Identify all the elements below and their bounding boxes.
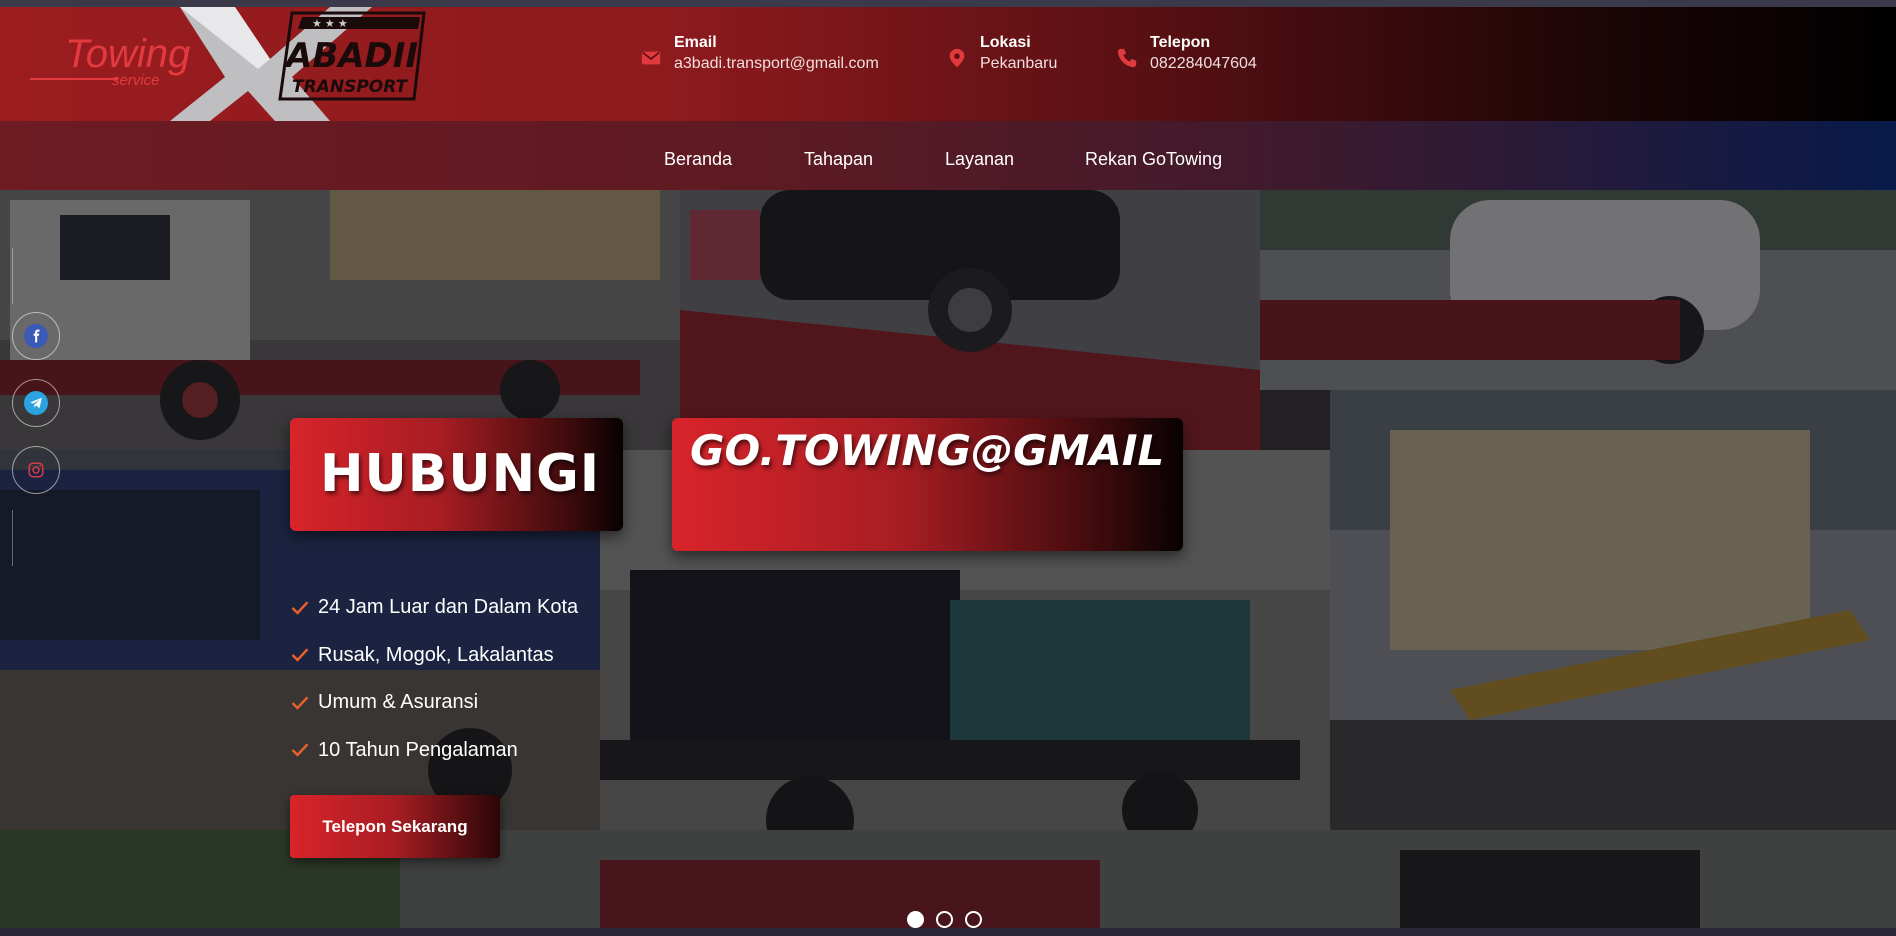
slider-dot-2[interactable]	[936, 911, 953, 928]
hero-dark-overlay	[0, 190, 1896, 928]
hero-email-banner: GO.TOWING@GMAIL	[672, 418, 1183, 551]
facebook-icon	[24, 324, 48, 348]
social-divider-top	[12, 248, 13, 304]
contact-phone[interactable]: Telepon 082284047604	[1116, 33, 1257, 75]
bottom-border	[0, 928, 1896, 936]
slider-pagination	[907, 911, 982, 928]
hero-email-text: GO.TOWING@GMAIL	[690, 426, 1165, 475]
instagram-icon	[24, 458, 48, 482]
svg-text:TRANSPORT: TRANSPORT	[292, 77, 409, 97]
telegram-icon	[24, 391, 48, 415]
nav-item-rekan-gotowing[interactable]: Rekan GoTowing	[1085, 149, 1222, 170]
social-instagram-button[interactable]	[12, 446, 60, 494]
feature-text: 24 Jam Luar dan Dalam Kota	[318, 596, 579, 619]
list-item: 24 Jam Luar dan Dalam Kota	[290, 584, 578, 632]
nav-item-beranda[interactable]: Beranda	[664, 149, 732, 170]
contact-location[interactable]: Lokasi Pekanbaru	[946, 33, 1057, 75]
social-facebook-button[interactable]	[12, 312, 60, 360]
list-item: 10 Tahun Pengalaman	[290, 727, 578, 775]
contact-email-label: Email	[674, 34, 717, 51]
envelope-icon	[641, 51, 661, 65]
contact-phone-label: Telepon	[1150, 34, 1211, 51]
social-divider-bottom	[12, 510, 13, 566]
svg-text:service: service	[112, 72, 160, 89]
feature-text: 10 Tahun Pengalaman	[318, 738, 518, 761]
hero-slider	[0, 190, 1896, 928]
check-icon	[291, 743, 309, 758]
site-logo[interactable]: Towing service ★ ★ ★ ABADII TRANSPORT	[30, 7, 470, 121]
contact-email[interactable]: Email a3badi.transport@gmail.com	[640, 33, 879, 75]
check-icon	[291, 696, 309, 710]
contact-email-value[interactable]: a3badi.transport@gmail.com	[674, 53, 879, 75]
slider-dot-1[interactable]	[907, 911, 924, 928]
feature-text: Umum & Asuransi	[318, 691, 479, 714]
contact-phone-value[interactable]: 082284047604	[1150, 53, 1257, 75]
phone-icon	[1117, 48, 1137, 68]
call-now-button[interactable]: Telepon Sekarang	[290, 795, 500, 858]
site-header: Towing service ★ ★ ★ ABADII TRANSPORT Em…	[0, 7, 1896, 121]
contact-location-value: Pekanbaru	[980, 55, 1058, 72]
svg-text:Towing: Towing	[65, 32, 190, 76]
feature-text: Rusak, Mogok, Lakalantas	[318, 643, 554, 666]
map-pin-icon	[949, 48, 965, 68]
slider-dot-3[interactable]	[965, 911, 982, 928]
nav-item-tahapan[interactable]: Tahapan	[804, 149, 873, 170]
svg-text:★ ★ ★: ★ ★ ★	[312, 18, 348, 30]
check-icon	[291, 648, 309, 663]
contact-location-label: Lokasi	[980, 34, 1031, 51]
top-border	[0, 0, 1896, 7]
check-icon	[291, 601, 309, 615]
hero-headline-box: HUBUNGI	[290, 418, 623, 531]
hero-headline: HUBUNGI	[320, 444, 601, 504]
main-nav: Beranda Tahapan Layanan Rekan GoTowing	[0, 121, 1896, 190]
hero-feature-list: 24 Jam Luar dan Dalam Kota Rusak, Mogok,…	[290, 584, 578, 774]
svg-text:ABADII: ABADII	[283, 36, 418, 76]
list-item: Rusak, Mogok, Lakalantas	[290, 632, 578, 680]
social-telegram-button[interactable]	[12, 379, 60, 427]
list-item: Umum & Asuransi	[290, 679, 578, 727]
nav-item-layanan[interactable]: Layanan	[945, 149, 1014, 170]
